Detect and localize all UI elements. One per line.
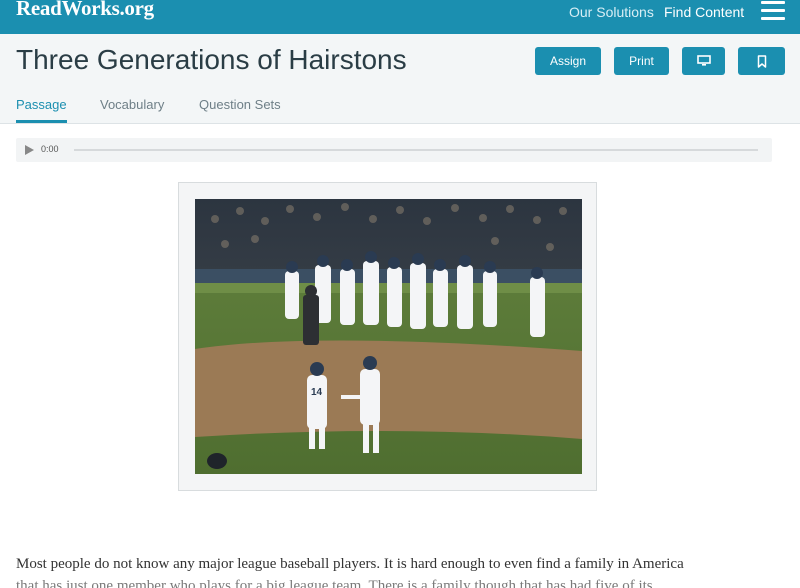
active-tab-indicator — [16, 120, 67, 123]
projector-button[interactable] — [682, 47, 725, 75]
bookmark-button[interactable] — [738, 47, 785, 75]
svg-text:14: 14 — [311, 387, 323, 398]
audio-progress-track[interactable] — [74, 149, 758, 151]
audio-player: 0:00 — [16, 138, 772, 162]
baseball-celebration-photo: 14 — [195, 199, 582, 474]
article-figure: 14 — [178, 182, 597, 491]
tab-question-sets[interactable]: Question Sets — [199, 97, 281, 112]
article-header: Three Generations of Hairstons Assign Pr… — [0, 34, 800, 124]
monitor-icon — [696, 55, 711, 66]
page-title: Three Generations of Hairstons — [16, 44, 407, 75]
print-button[interactable]: Print — [614, 47, 669, 75]
top-nav-bar: ReadWorks.org Our Solutions Find Content — [0, 0, 800, 34]
readworks-logo[interactable]: ReadWorks.org — [16, 0, 154, 21]
passage-text: Most people do not know any major league… — [16, 553, 756, 588]
assign-button[interactable]: Assign — [535, 47, 601, 75]
tab-vocabulary[interactable]: Vocabulary — [100, 97, 164, 112]
audio-time: 0:00 — [41, 144, 59, 154]
bookmark-icon — [757, 55, 766, 68]
passage-line: that has just one member who plays for a… — [16, 578, 653, 588]
tab-passage[interactable]: Passage — [16, 97, 67, 112]
passage-line: Most people do not know any major league… — [16, 556, 684, 572]
play-icon[interactable] — [25, 145, 34, 155]
nav-find-content[interactable]: Find Content — [664, 4, 744, 20]
nav-our-solutions[interactable]: Our Solutions — [569, 4, 654, 20]
hamburger-menu-icon[interactable] — [761, 1, 785, 21]
